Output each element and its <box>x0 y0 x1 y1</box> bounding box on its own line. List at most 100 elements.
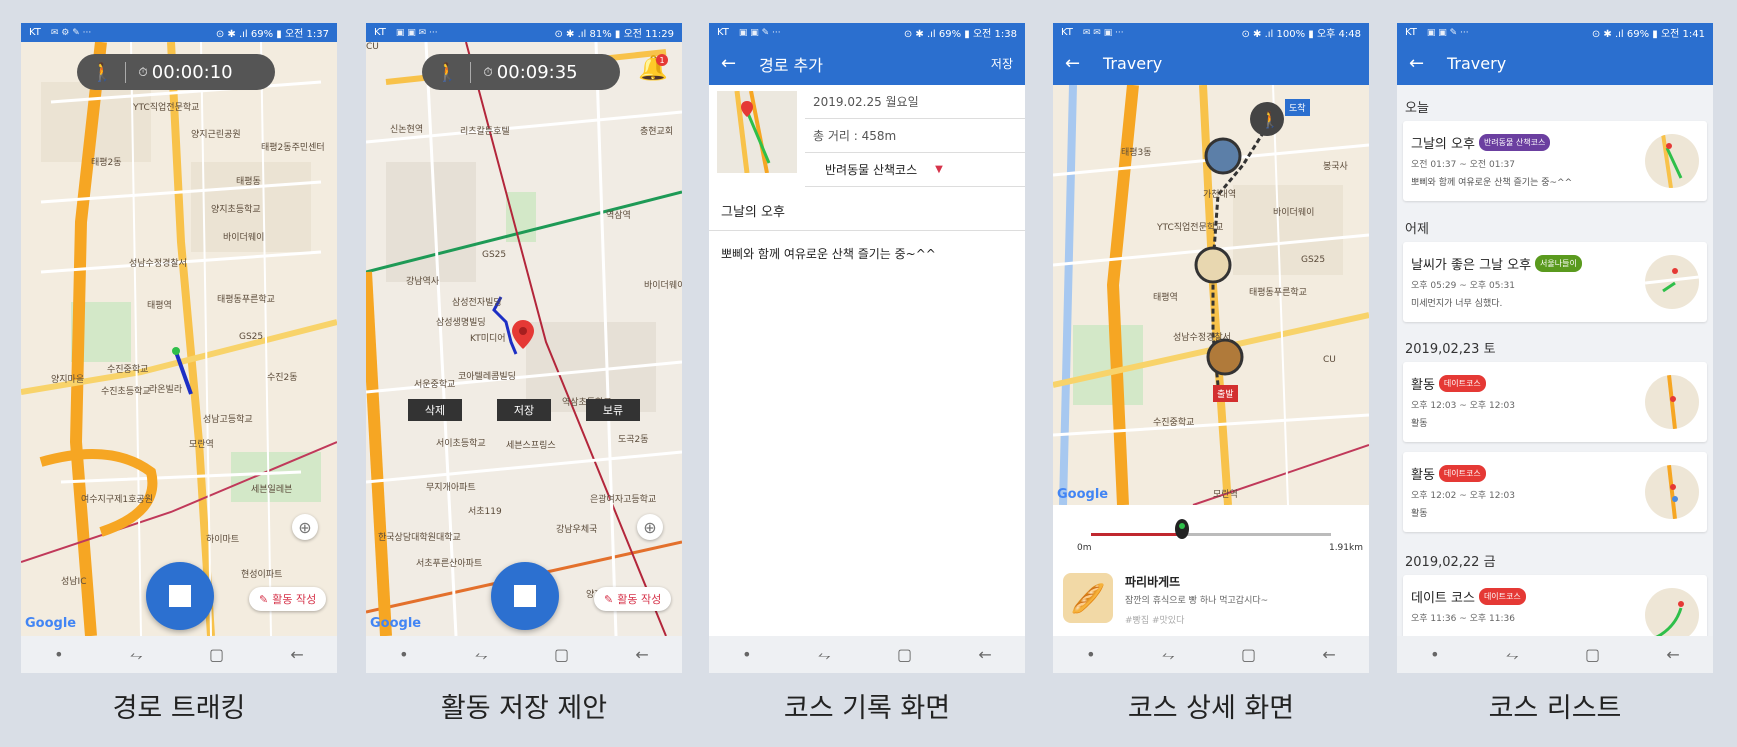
status-bar: KT ▣ ▣ ✎ ··· ⊙ ✱ .ıl 69% ▮ 오전 1:38 <box>709 23 1025 42</box>
back-icon[interactable]: ← <box>1666 645 1679 664</box>
google-logo: Google <box>1057 487 1109 502</box>
back-arrow-icon[interactable]: ← <box>1065 53 1093 74</box>
nav-dot-icon[interactable]: • <box>399 645 408 664</box>
back-icon[interactable]: ← <box>1322 645 1335 664</box>
screen-course-detail: KT ✉ ✉ ▣ ··· ⊙ ✱ .ıl 100% ▮ 오후 4:48 ← Tr… <box>1053 23 1369 673</box>
home-icon[interactable]: ▢ <box>897 645 912 664</box>
svg-text:🚶: 🚶 <box>1260 110 1280 129</box>
course-list[interactable]: 오늘 그날의 오후 반려동물 산책코스 오전 01:37 ~ 오전 01:37 뽀… <box>1397 85 1713 636</box>
map-view[interactable]: 신논현역 리츠칼튼호텔 충현교회 강남역사 역삼역 삼성전자빌딩 삼성생명빌딩 … <box>366 42 682 636</box>
screen-save-suggestion: KT ▣ ▣ ✉ ··· ⊙ ✱ .ıl 81% ▮ 오전 11:29 신논현역… <box>366 23 682 673</box>
route-thumbnail <box>1645 375 1699 429</box>
course-card[interactable]: 데이트 코스 데이트코스 오후 11:36 ~ 오후 11:36 <box>1403 575 1707 636</box>
slider-thumb[interactable] <box>1175 519 1190 539</box>
route-thumbnail <box>717 91 797 173</box>
tracking-timer: 🚶 ⏱ 00:09:35 <box>422 54 620 90</box>
section-header: 어제 <box>1405 222 1429 237</box>
page-title: Travery <box>1103 54 1163 73</box>
caption-course-record: 코스 기록 화면 <box>783 693 951 724</box>
map-view[interactable]: YTC직업전문학교 태평2동 태평2동주민센터 양지근린공원 양지초등학교 성남… <box>21 42 337 636</box>
place-tags: #빵집 #맛있다 <box>1125 616 1185 626</box>
status-bar: KT ▣ ▣ ✎ ··· ⊙ ✱ .ıl 69% ▮ 오전 1:41 <box>1397 23 1713 42</box>
caption-course-detail: 코스 상세 화면 <box>1127 693 1295 724</box>
nav-dot-icon[interactable]: • <box>742 645 751 664</box>
caption-save-suggestion: 활동 저장 제안 <box>440 693 608 724</box>
app-bar: ← 경로 추가 저장 <box>709 42 1025 85</box>
record-date: 2019.02.25 월요일 <box>805 85 1025 119</box>
caption-course-list: 코스 리스트 <box>1488 693 1622 724</box>
recent-apps-icon[interactable]: ⥊ <box>475 645 488 665</box>
recent-apps-icon[interactable]: ⥊ <box>1162 645 1175 665</box>
bread-illustration: 🥖 <box>1063 573 1113 623</box>
course-tag: 반려동물 산책코스 <box>1478 134 1551 151</box>
record-distance: 총 거리 : 458m <box>805 119 1025 153</box>
record-title-field[interactable]: 그날의 오후 <box>709 191 1025 231</box>
stop-icon <box>169 585 191 607</box>
delete-button[interactable]: 삭제 <box>408 399 462 421</box>
distance-slider[interactable]: 0m 1.91km <box>1053 505 1369 565</box>
course-tag: 데이트코스 <box>1438 465 1486 482</box>
hold-button[interactable]: 보류 <box>586 399 640 421</box>
course-tag: 데이트코스 <box>1478 588 1526 605</box>
home-icon[interactable]: ▢ <box>1585 645 1600 664</box>
stopwatch-icon: ⏱ <box>483 64 493 79</box>
home-icon[interactable]: ▢ <box>209 645 224 664</box>
screen-route-tracking: KT ✉ ⚙ ✎ ··· ⊙ ✱ .ıl 69% ▮ 오전 1:37 YTC직업… <box>21 23 337 673</box>
route-thumbnail <box>1645 255 1699 309</box>
android-nav-bar: • ⥊ ▢ ← <box>709 636 1025 673</box>
stop-tracking-button[interactable] <box>491 562 559 630</box>
back-icon[interactable]: ← <box>290 645 303 664</box>
back-arrow-icon[interactable]: ← <box>721 53 749 74</box>
course-card[interactable]: 활동 데이트코스 오후 12:03 ~ 오후 12:03 활동 <box>1403 362 1707 442</box>
page-title: 경로 추가 <box>759 55 823 75</box>
screen-course-list: KT ▣ ▣ ✎ ··· ⊙ ✱ .ıl 69% ▮ 오전 1:41 ← Tra… <box>1397 23 1713 673</box>
arrive-flag: 도착 <box>1285 99 1310 116</box>
home-icon[interactable]: ▢ <box>554 645 569 664</box>
recent-apps-icon[interactable]: ⥊ <box>130 645 143 665</box>
android-nav-bar: • ⥊ ▢ ← <box>366 636 682 673</box>
pencil-icon: ✎ <box>604 592 614 606</box>
course-tag: 데이트코스 <box>1438 375 1486 392</box>
write-activity-button[interactable]: ✎ 활동 작성 <box>249 587 327 611</box>
walk-icon: 🚶 <box>91 61 127 83</box>
chevron-down-icon: ▼ <box>935 164 943 175</box>
course-card[interactable]: 날씨가 좋은 그날 오후 서울나들이 오후 05:29 ~ 오후 05:31 미세… <box>1403 242 1707 322</box>
stop-icon <box>514 585 536 607</box>
nav-dot-icon[interactable]: • <box>1086 645 1095 664</box>
route-thumbnail <box>1645 588 1699 636</box>
course-card[interactable]: 그날의 오후 반려동물 산책코스 오전 01:37 ~ 오전 01:37 뽀삐와 … <box>1403 121 1707 201</box>
back-icon[interactable]: ← <box>635 645 648 664</box>
recent-apps-icon[interactable]: ⥊ <box>1506 645 1519 665</box>
caption-route-tracking: 경로 트래킹 <box>112 693 246 724</box>
back-arrow-icon[interactable]: ← <box>1409 53 1437 74</box>
place-info: 🥖 파리바게뜨 잠깐의 휴식으로 빵 하나 먹고갑시다~ #빵집 #맛있다 <box>1053 565 1369 636</box>
screen-course-record: KT ▣ ▣ ✎ ··· ⊙ ✱ .ıl 69% ▮ 오전 1:38 ← 경로 … <box>709 23 1025 673</box>
place-name: 파리바게뜨 <box>1125 575 1181 589</box>
nav-dot-icon[interactable]: • <box>54 645 63 664</box>
nav-dot-icon[interactable]: • <box>1430 645 1439 664</box>
section-header: 2019,02,23 토 <box>1405 342 1496 357</box>
my-location-button[interactable]: ⊕ <box>292 514 318 540</box>
write-activity-button[interactable]: ✎ 활동 작성 <box>594 587 672 611</box>
walk-icon: 🚶 <box>436 61 472 83</box>
route-thumbnail <box>1645 134 1699 188</box>
course-tag: 서울나들이 <box>1535 255 1582 272</box>
place-desc: 잠깐의 휴식으로 빵 하나 먹고갑시다~ <box>1125 596 1269 606</box>
my-location-button[interactable]: ⊕ <box>637 514 663 540</box>
save-button[interactable]: 저장 <box>991 55 1013 72</box>
home-icon[interactable]: ▢ <box>1241 645 1256 664</box>
map-roads: 🚶 <box>1053 85 1369 505</box>
status-bar: KT ✉ ✉ ▣ ··· ⊙ ✱ .ıl 100% ▮ 오후 4:48 <box>1053 23 1369 42</box>
tracking-timer: 🚶 ⏱ 00:00:10 <box>77 54 275 90</box>
recent-apps-icon[interactable]: ⥊ <box>818 645 831 665</box>
map-view[interactable]: 🚶 도착 출발 가천대역 태평3동 YTC직업전문학교 태평역 성남수정경찰서 … <box>1053 85 1369 505</box>
course-type-select[interactable]: 반려동물 산책코스 ▼ <box>805 153 1025 187</box>
course-card[interactable]: 활동 데이트코스 오후 12:02 ~ 오후 12:03 활동 <box>1403 452 1707 532</box>
stop-tracking-button[interactable] <box>146 562 214 630</box>
back-icon[interactable]: ← <box>978 645 991 664</box>
record-memo-field[interactable]: 뽀삐와 함께 여유로운 산책 즐기는 중~^^ <box>721 245 936 262</box>
map-roads <box>21 42 337 636</box>
slider-fill <box>1091 533 1183 536</box>
save-button[interactable]: 저장 <box>497 399 551 421</box>
android-nav-bar: • ⥊ ▢ ← <box>1397 636 1713 673</box>
